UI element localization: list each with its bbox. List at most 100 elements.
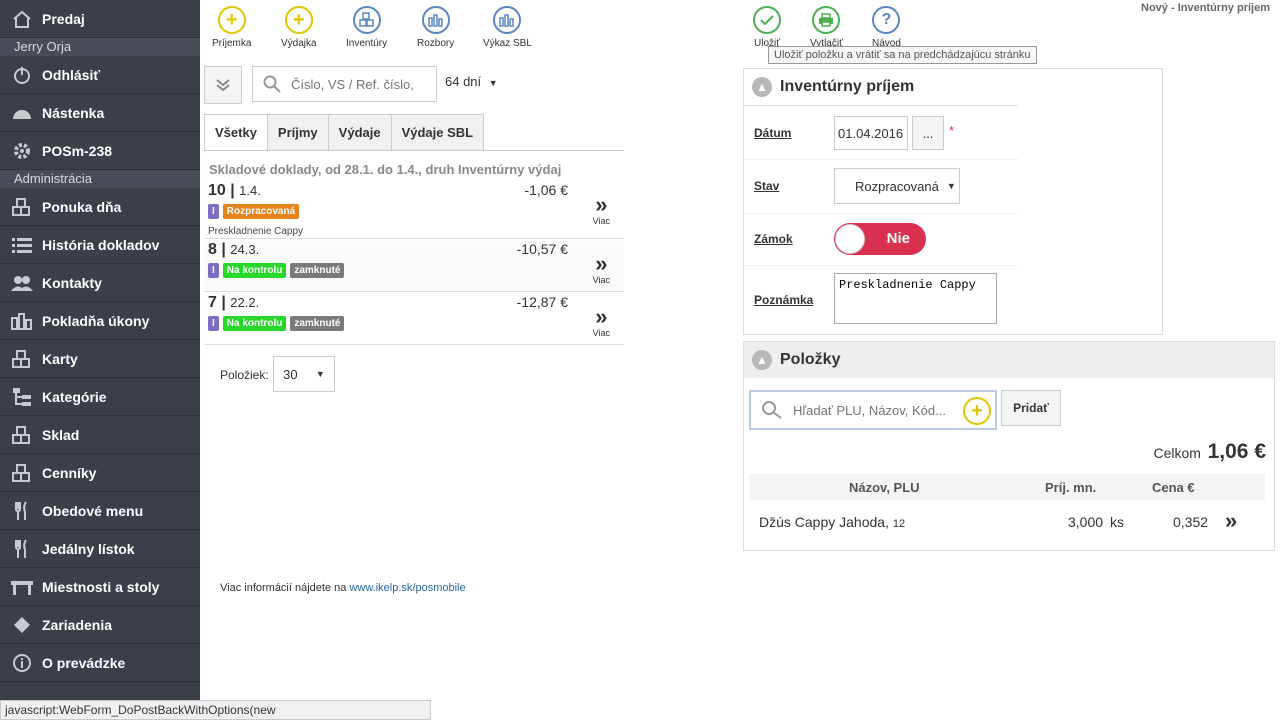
add-item-plus-icon[interactable]: + <box>963 397 991 425</box>
bars-icon <box>10 311 34 331</box>
days-select[interactable]: 64 dní ▼ <box>445 74 498 89</box>
per-page-value: 30 <box>283 366 298 382</box>
doc-num: 8 <box>208 241 217 258</box>
doc-badges: I Rozpracovaná <box>208 204 300 219</box>
tab-issues-sbl[interactable]: Výdaje SBL <box>390 114 485 150</box>
sidebar-item-label: Jedálny lístok <box>42 540 135 557</box>
chevron-double-right-icon[interactable]: » <box>1225 508 1237 534</box>
sidebar-item-daily-offer[interactable]: Ponuka dňa <box>0 188 200 226</box>
items-panel-header[interactable]: ▲ Položky <box>744 342 1274 378</box>
sidebar-item-rooms[interactable]: Miestnosti a stoly <box>0 568 200 606</box>
document-form-panel: ▲ Inventúrny príjem Dátum 01.04.2016 ...… <box>743 68 1163 335</box>
toolbar-save-button[interactable]: Uložiť <box>753 6 781 49</box>
doc-search <box>252 66 437 102</box>
date-picker-button[interactable]: ... <box>912 116 944 150</box>
toolbar-inventory-button[interactable]: Inventúry <box>346 6 387 49</box>
sidebar-item-lunch-menu[interactable]: Obedové menu <box>0 492 200 530</box>
col-qty: Príj. mn. <box>1045 480 1097 495</box>
sidebar-item-label: O prevádzke <box>42 654 126 671</box>
doc-tabs: Všetky Príjmy Výdaje Výdaje SBL <box>204 114 624 151</box>
note-label: Poznámka <box>754 293 814 307</box>
toolbar-label: Výkaz SBL <box>483 38 532 49</box>
list-item[interactable]: 8 | 24.3. -10,57 € I Na kontrolu zamknut… <box>204 241 624 292</box>
note-textarea[interactable]: Preskladnenie Cappy <box>834 273 997 324</box>
item-name-text: Džús Cappy Jahoda, <box>759 514 889 530</box>
user-name: Jerry Orja <box>0 38 200 56</box>
more-button[interactable]: » Viac <box>592 306 610 339</box>
toolbar-print-button[interactable]: Vytlačiť <box>810 6 843 49</box>
doc-date: 22.2. <box>230 295 260 310</box>
toolbar-issue-button[interactable]: + Výdajka <box>281 6 317 49</box>
caret-down-icon: ▼ <box>946 181 956 191</box>
per-page-select[interactable]: 30 ▼ <box>273 356 335 392</box>
page-title: Nový - Inventúrny príjem <box>1141 2 1270 14</box>
more-label: Viac <box>592 328 610 338</box>
sidebar-item-contacts[interactable]: Kontakty <box>0 264 200 302</box>
sidebar-item-predaj[interactable]: Predaj <box>0 0 200 38</box>
footer-info: Viac informácií nájdete na www.ikelp.sk/… <box>220 582 466 594</box>
date-field[interactable]: 01.04.2016 <box>834 116 908 150</box>
sidebar-item-dashboard[interactable]: Nástenka <box>0 94 200 132</box>
tab-issues[interactable]: Výdaje <box>327 114 392 150</box>
toolbar-help-button[interactable]: ? Návod <box>872 6 901 49</box>
sidebar-item-label: Cenníky <box>42 464 97 481</box>
sidebar-item-stock[interactable]: Sklad <box>0 416 200 454</box>
plus-icon: + <box>284 6 313 34</box>
sidebar-item-devices[interactable]: Zariadenia <box>0 606 200 644</box>
list-item[interactable]: 10 | 1.4. -1,06 € I Rozpracovaná Preskla… <box>204 182 624 239</box>
bars-icon <box>493 6 522 34</box>
add-item-button[interactable]: Pridať <box>1001 390 1061 426</box>
tab-receipts[interactable]: Príjmy <box>266 114 329 150</box>
sidebar-item-about[interactable]: O prevádzke <box>0 644 200 682</box>
sidebar-item-label: Nástenka <box>42 104 105 121</box>
toolbar-receipt-button[interactable]: + Príjemka <box>212 6 251 49</box>
sidebar-item-logout[interactable]: Odhlásiť <box>0 56 200 94</box>
item-price: 0,352 <box>1173 514 1209 530</box>
boxes-icon <box>352 6 381 34</box>
lock-toggle[interactable]: Nie <box>834 223 926 255</box>
state-value: Rozpracovaná <box>855 178 939 194</box>
items-title: Položky <box>780 351 841 368</box>
list-icon <box>10 235 34 255</box>
doc-date: 1.4. <box>239 183 261 198</box>
more-button[interactable]: » Viac <box>593 253 610 286</box>
date-picker-label: ... <box>922 125 934 141</box>
boxes-icon <box>10 425 34 445</box>
toolbar-sbl-button[interactable]: Výkaz SBL <box>483 6 532 49</box>
sidebar-item-history[interactable]: História dokladov <box>0 226 200 264</box>
tab-all[interactable]: Všetky <box>204 114 268 150</box>
doc-search-input[interactable] <box>291 76 421 92</box>
chevron-double-down-icon <box>216 79 230 92</box>
list-item[interactable]: 7 | 22.2. -12,87 € I Na kontrolu zamknut… <box>204 294 624 345</box>
table-row[interactable]: Džús Cappy Jahoda, 12 3,000 ks 0,352 » <box>749 502 1265 542</box>
cutlery-icon <box>10 538 34 559</box>
sidebar-item-menu-card[interactable]: Jedálny lístok <box>0 530 200 568</box>
form-title: Inventúrny príjem <box>780 78 915 95</box>
sidebar-item-register[interactable]: Pokladňa úkony <box>0 302 200 340</box>
status-badge: Na kontrolu <box>222 316 287 331</box>
expand-filter-button[interactable] <box>204 66 242 104</box>
state-select[interactable]: Rozpracovaná ▼ <box>834 168 960 204</box>
date-label: Dátum <box>754 126 792 140</box>
type-badge: I <box>208 316 219 331</box>
sidebar-item-cards[interactable]: Karty <box>0 340 200 378</box>
type-badge: I <box>208 263 219 278</box>
more-button[interactable]: » Viac <box>593 194 610 227</box>
form-panel-header[interactable]: ▲ Inventúrny príjem <box>744 69 1162 105</box>
sidebar-item-categories[interactable]: Kategórie <box>0 378 200 416</box>
state-label: Stav <box>754 179 780 193</box>
sidebar-item-label: História dokladov <box>42 236 160 253</box>
item-plu: 12 <box>892 518 906 530</box>
item-search-input[interactable] <box>793 402 953 418</box>
sidebar-item-pricelists[interactable]: Cenníky <box>0 454 200 492</box>
col-price: Cena € <box>1152 480 1195 495</box>
sidebar-item-label: Kontakty <box>42 274 102 291</box>
save-tooltip: Uložiť položku a vrátiť sa na predchádza… <box>768 46 1037 64</box>
toolbar-analysis-button[interactable]: Rozbory <box>417 6 454 49</box>
doc-badges: I Na kontrolu zamknuté <box>208 263 345 278</box>
cutlery-icon <box>10 500 34 521</box>
sidebar-section-admin: Administrácia <box>0 170 200 188</box>
toolbar-label: Rozbory <box>417 38 455 49</box>
footer-link[interactable]: www.ikelp.sk/posmobile <box>349 582 465 594</box>
sidebar-item-device[interactable]: POSm-238 <box>0 132 200 170</box>
